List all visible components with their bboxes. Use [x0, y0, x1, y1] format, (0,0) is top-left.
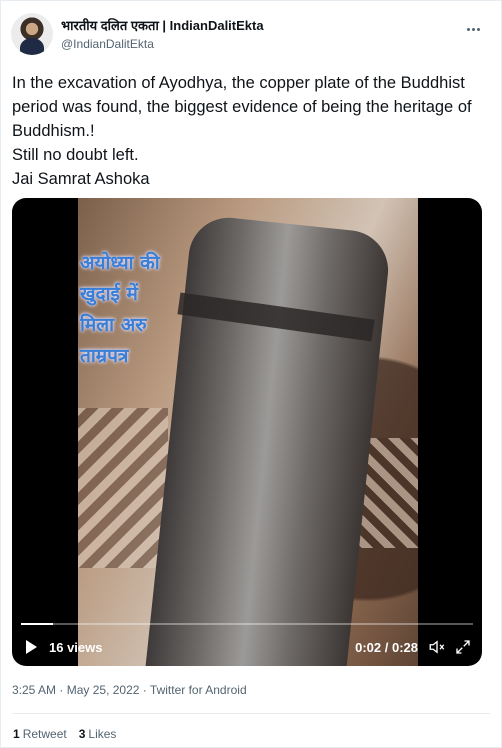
retweets-label: Retweet: [22, 727, 67, 741]
video-progress-track[interactable]: [21, 623, 473, 625]
video-player[interactable]: अयोध्या की खुदाई में मिला अरु ताम्रपत्र …: [12, 198, 482, 666]
avatar[interactable]: [11, 13, 53, 55]
fullscreen-icon[interactable]: [454, 638, 472, 656]
likes-stat[interactable]: 3 Likes: [79, 727, 117, 741]
video-views: 16 views: [49, 640, 103, 655]
tweet-meta: 3:25 AM · May 25, 2022 · Twitter for And…: [12, 683, 247, 697]
author-display-name[interactable]: भारतीय दलित एकता | IndianDalitEkta: [61, 18, 264, 34]
more-options-icon[interactable]: [461, 19, 485, 39]
divider: [12, 713, 490, 714]
author-identity[interactable]: भारतीय दलित एकता | IndianDalitEkta @Indi…: [61, 18, 264, 51]
video-controls: 16 views 0:02 / 0:28: [12, 635, 482, 659]
tweet-text: In the excavation of Ayodhya, the copper…: [12, 74, 472, 188]
tweet-date[interactable]: May 25, 2022: [67, 683, 140, 697]
retweets-count: 1: [13, 727, 20, 741]
video-progress-fill: [21, 623, 53, 625]
likes-label: Likes: [88, 727, 117, 741]
video-frame[interactable]: अयोध्या की खुदाई में मिला अरु ताम्रपत्र: [78, 198, 418, 666]
author-handle[interactable]: @IndianDalitEkta: [61, 37, 264, 51]
retweets-stat[interactable]: 1 Retweet: [13, 727, 67, 741]
likes-count: 3: [78, 727, 86, 741]
meta-separator: ·: [59, 683, 67, 697]
meta-separator: ·: [142, 683, 150, 697]
tweet-source[interactable]: Twitter for Android: [150, 683, 247, 697]
video-time: 0:02 / 0:28: [355, 640, 418, 655]
video-overlay-caption: अयोध्या की खुदाई में मिला अरु ताम्रपत्र: [80, 252, 160, 367]
tweet-time[interactable]: 3:25 AM: [12, 683, 56, 697]
mute-icon[interactable]: [428, 638, 446, 656]
tweet-header: भारतीय दलित एकता | IndianDalitEkta @Indi…: [11, 13, 491, 61]
tweet-stats: 1 Retweet 3 Likes: [13, 727, 116, 741]
rug-pattern-left: [78, 408, 168, 568]
play-icon[interactable]: [26, 640, 37, 654]
tweet-card: भारतीय दलित एकता | IndianDalitEkta @Indi…: [0, 0, 502, 748]
